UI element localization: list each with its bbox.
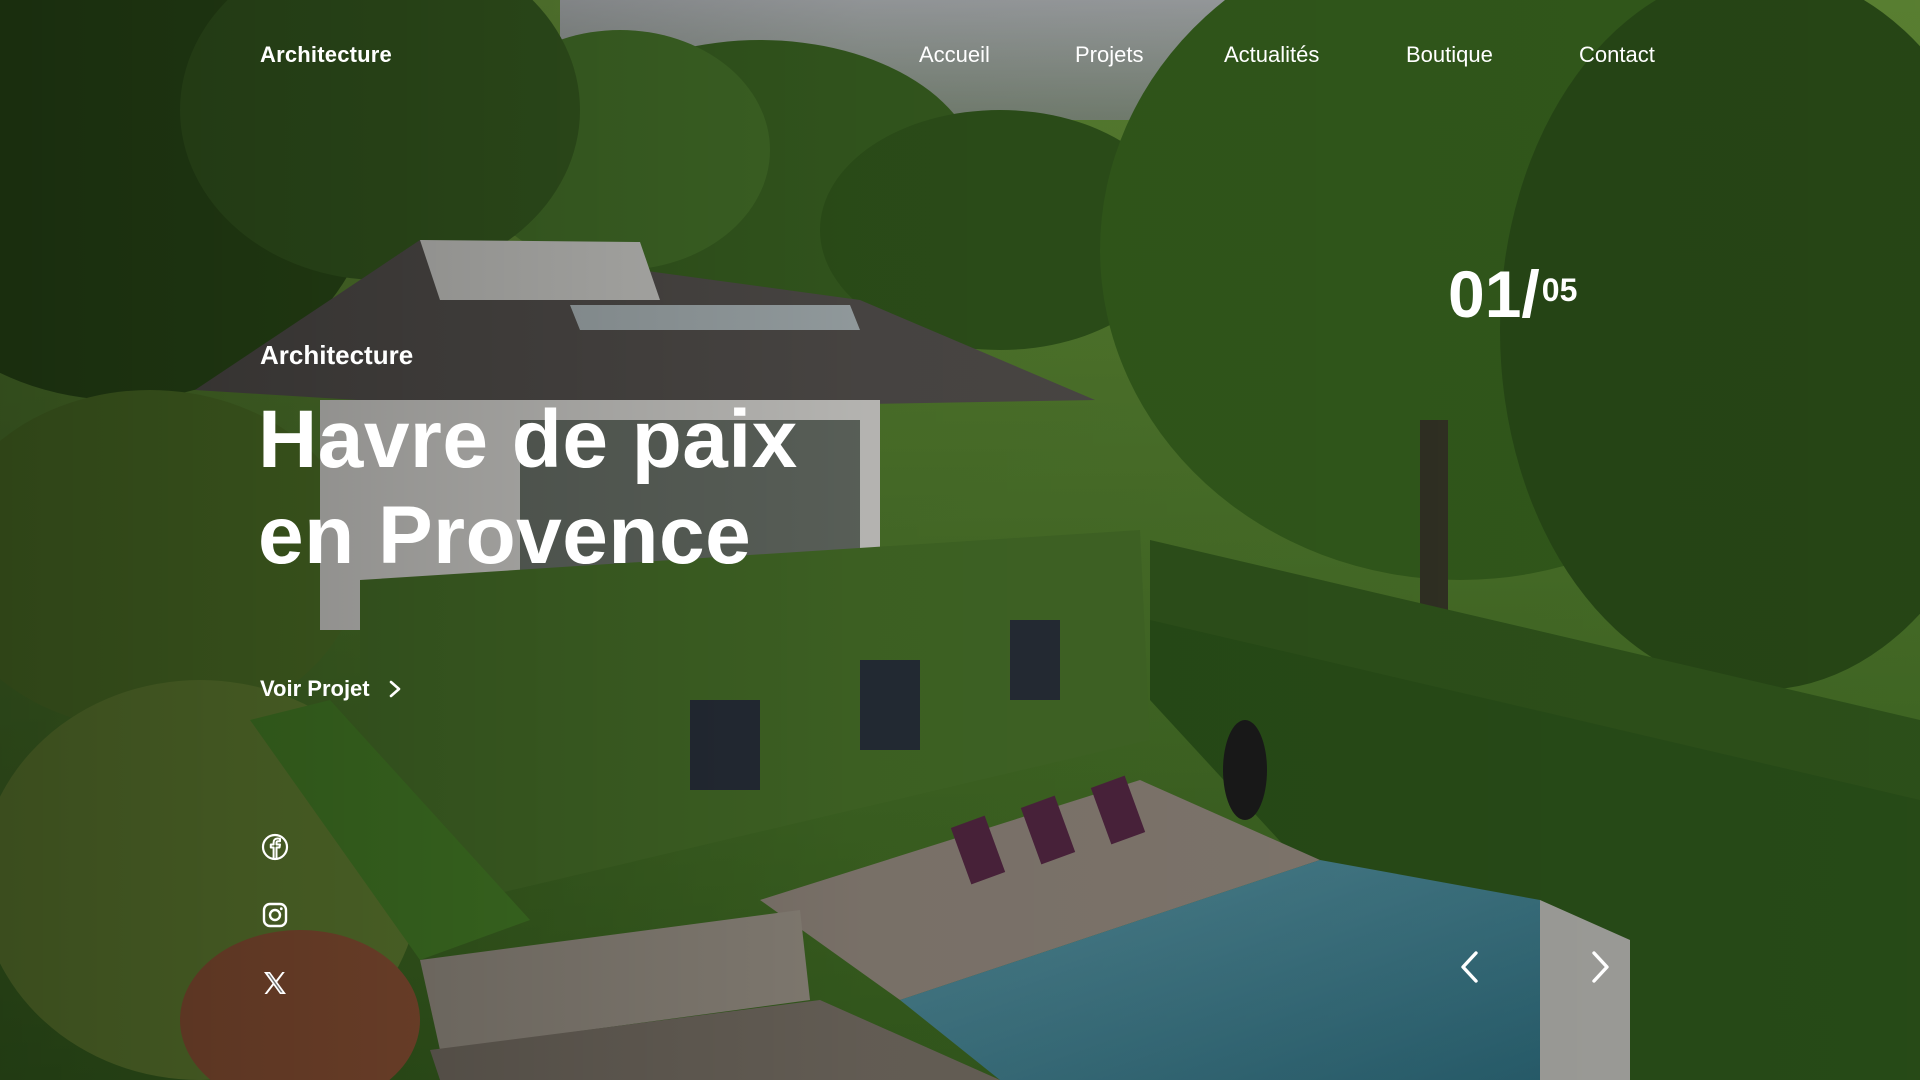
view-project-label: Voir Projet [260, 676, 370, 701]
view-project-button[interactable]: Voir Projet [260, 676, 402, 702]
slide-counter-separator: / [1521, 257, 1540, 331]
hero-eyebrow: Architecture [260, 340, 414, 370]
chevron-right-icon [389, 680, 400, 698]
hero-title: Havre de paix en Provence [258, 392, 958, 584]
social-links [260, 832, 290, 998]
slide-counter-current: 01 [1448, 257, 1522, 331]
x-twitter-icon[interactable] [260, 968, 290, 998]
hero-title-line-2: en Provence [258, 490, 752, 581]
main-navigation: Accueil Projets Actualités Boutique Cont… [0, 42, 1920, 72]
facebook-icon[interactable] [260, 832, 290, 862]
slide-counter: 01 / 05 [1448, 258, 1577, 330]
nav-link-boutique[interactable]: Boutique [1406, 42, 1493, 68]
nav-link-projets[interactable]: Projets [1075, 42, 1143, 68]
nav-link-accueil[interactable]: Accueil [919, 42, 990, 68]
instagram-icon[interactable] [260, 900, 290, 930]
slide-counter-total: 05 [1541, 272, 1578, 308]
hero-title-line-1: Havre de paix [258, 394, 798, 485]
chevron-right-icon[interactable] [1586, 947, 1614, 987]
nav-link-actualites[interactable]: Actualités [1224, 42, 1319, 68]
nav-link-contact[interactable]: Contact [1579, 42, 1655, 68]
chevron-left-icon[interactable] [1456, 947, 1484, 987]
